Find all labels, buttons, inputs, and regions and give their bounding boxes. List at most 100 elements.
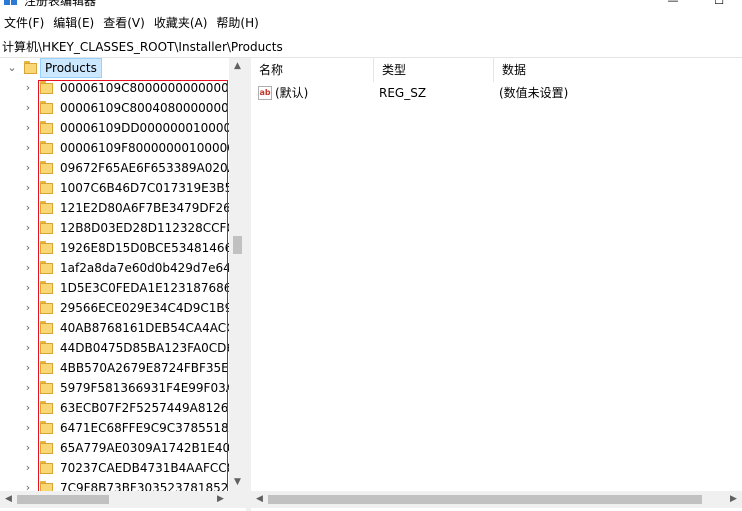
tree-item-label[interactable]: 40AB8768161DEB54CA4ACCD — [60, 320, 229, 336]
tree-item[interactable]: › 4BB570A2679E8724FBF35E6C — [0, 358, 229, 378]
folder-icon — [40, 281, 53, 294]
menu-help[interactable]: 帮助(H) — [212, 12, 263, 34]
tree-item-label[interactable]: 6471EC68FFE9C9C3785518AB — [60, 420, 229, 436]
scroll-right-icon[interactable]: ▶ — [725, 491, 742, 508]
folder-icon — [40, 321, 53, 334]
expand-chevron-icon[interactable]: › — [22, 341, 34, 355]
expand-chevron-icon[interactable]: › — [22, 261, 34, 275]
scroll-thumb[interactable] — [233, 236, 242, 254]
tree-item[interactable]: › 1af2a8da7e60d0b429d7e645 — [0, 258, 229, 278]
tree-item[interactable]: › 121E2D80A6F7BE3479DF26B9 — [0, 198, 229, 218]
value-type[interactable]: REG_SZ — [379, 84, 426, 104]
menu-favorites[interactable]: 收藏夹(A) — [150, 12, 213, 34]
tree-item-label[interactable]: 63ECB07F2F5257449A812690 — [60, 400, 229, 416]
tree-item[interactable]: › 00006109DD0000000100000000F01FEC — [0, 118, 229, 138]
column-header-name[interactable]: 名称 — [251, 58, 374, 82]
expand-chevron-icon[interactable]: › — [22, 441, 34, 455]
tree-item-label[interactable]: 00006109C80000000000000000F01FEC — [60, 80, 229, 96]
expand-chevron-icon[interactable]: › — [22, 181, 34, 195]
tree-item[interactable]: › 5979F581366931F4E99F03A7 — [0, 378, 229, 398]
tree-item-label[interactable]: 12B8D03ED28D112328CCF0A — [60, 220, 229, 236]
tree-item-label[interactable]: 29566ECE029E34C4D9C1B91 — [60, 300, 229, 316]
tree-item-label[interactable]: 121E2D80A6F7BE3479DF26B9 — [60, 200, 229, 216]
expand-chevron-icon[interactable]: › — [22, 461, 34, 475]
tree-item-label[interactable]: Products — [40, 58, 102, 78]
tree-item-label[interactable]: 7C9F8B73BF30352378185271 — [60, 480, 229, 491]
minimize-button[interactable]: — — [650, 0, 696, 7]
folder-icon — [40, 101, 53, 114]
column-header-type[interactable]: 类型 — [374, 58, 494, 82]
scroll-left-icon[interactable]: ◀ — [0, 491, 17, 508]
tree-item-label[interactable]: 70237CAEDB4731B4AAFCC8E — [60, 460, 229, 476]
expand-chevron-icon[interactable]: › — [22, 241, 34, 255]
tree-item-label[interactable]: 4BB570A2679E8724FBF35E6C — [60, 360, 229, 376]
expand-chevron-icon[interactable]: › — [22, 281, 34, 295]
expand-chevron-icon[interactable]: › — [22, 141, 34, 155]
expand-chevron-icon[interactable]: ⌄ — [6, 61, 18, 75]
values-pane: 名称 类型 数据 ab (默认) REG_SZ (数值未设置) ◀ ▶ — [251, 58, 742, 511]
tree-item-label[interactable]: 00006109F8000000010000000F01FEC — [60, 140, 229, 156]
scrollbar-corner — [229, 491, 246, 508]
value-name[interactable]: (默认) — [275, 84, 308, 104]
address-bar[interactable]: 计算机\HKEY_CLASSES_ROOT\Installer\Products — [0, 35, 742, 58]
expand-chevron-icon[interactable]: › — [22, 201, 34, 215]
tree-item-label[interactable]: 00006109C80040800000000000F01FEC — [60, 100, 229, 116]
expand-chevron-icon[interactable]: › — [22, 361, 34, 375]
expand-chevron-icon[interactable]: › — [22, 321, 34, 335]
menu-view[interactable]: 查看(V) — [99, 12, 150, 34]
tree-item[interactable]: › 7C9F8B73BF30352378185271 — [0, 478, 229, 491]
scroll-up-icon[interactable]: ▲ — [229, 58, 246, 75]
expand-chevron-icon[interactable]: › — [22, 221, 34, 235]
tree-vertical-scrollbar[interactable]: ▲ ▼ — [229, 58, 246, 491]
tree-item[interactable]: › 12B8D03ED28D112328CCF0A — [0, 218, 229, 238]
scroll-thumb[interactable] — [17, 495, 109, 504]
expand-chevron-icon[interactable]: › — [22, 381, 34, 395]
folder-icon — [40, 381, 53, 394]
tree-item[interactable]: › 40AB8768161DEB54CA4ACCD — [0, 318, 229, 338]
tree-item[interactable]: › 1926E8D15D0BCE534814666 — [0, 238, 229, 258]
maximize-button[interactable]: ☐ — [696, 0, 742, 7]
tree-item[interactable]: › 09672F65AE6F653389A020AB — [0, 158, 229, 178]
tree-item-label[interactable]: 5979F581366931F4E99F03A7 — [60, 380, 229, 396]
tree-item-label[interactable]: 1af2a8da7e60d0b429d7e645 — [60, 260, 229, 276]
value-data[interactable]: (数值未设置) — [499, 84, 568, 104]
tree-item[interactable]: › 00006109C80000000000000000F01FEC — [0, 78, 229, 98]
tree-item-label[interactable]: 1D5E3C0FEDA1E123187686FB — [60, 280, 229, 296]
expand-chevron-icon[interactable]: › — [22, 81, 34, 95]
tree-item-label[interactable]: 1926E8D15D0BCE534814666 — [60, 240, 229, 256]
values-horizontal-scrollbar[interactable]: ◀ ▶ — [251, 491, 742, 508]
menu-edit[interactable]: 编辑(E) — [49, 12, 99, 34]
column-header-data[interactable]: 数据 — [494, 58, 742, 82]
scroll-thumb[interactable] — [268, 495, 702, 504]
tree-item-label[interactable]: 09672F65AE6F653389A020AB — [60, 160, 229, 176]
tree-item-label[interactable]: 65A779AE0309A1742B1E401E — [60, 440, 229, 456]
tree-item[interactable]: › 44DB0475D85BA123FA0CD6D — [0, 338, 229, 358]
expand-chevron-icon[interactable]: › — [22, 401, 34, 415]
expand-chevron-icon[interactable]: › — [22, 301, 34, 315]
expand-chevron-icon[interactable]: › — [22, 101, 34, 115]
tree-item[interactable]: › 00006109C80040800000000000F01FEC — [0, 98, 229, 118]
tree-horizontal-scrollbar[interactable]: ◀ ▶ — [0, 491, 229, 508]
address-path[interactable]: 计算机\HKEY_CLASSES_ROOT\Installer\Products — [2, 38, 283, 55]
tree-item[interactable]: › 00006109F8000000010000000F01FEC — [0, 138, 229, 158]
tree-item[interactable]: › 70237CAEDB4731B4AAFCC8E — [0, 458, 229, 478]
expand-chevron-icon[interactable]: › — [22, 481, 34, 491]
scroll-right-icon[interactable]: ▶ — [212, 491, 229, 508]
expand-chevron-icon[interactable]: › — [22, 121, 34, 135]
tree-item[interactable]: › 63ECB07F2F5257449A812690 — [0, 398, 229, 418]
expand-chevron-icon[interactable]: › — [22, 421, 34, 435]
scroll-down-icon[interactable]: ▼ — [229, 474, 246, 491]
tree-item-label[interactable]: 1007C6B46D7C017319E3B52 — [60, 180, 229, 196]
tree-item-label[interactable]: 44DB0475D85BA123FA0CD6D — [60, 340, 229, 356]
expand-chevron-icon[interactable]: › — [22, 161, 34, 175]
tree-item-label[interactable]: 00006109DD0000000100000000F01FEC — [60, 120, 229, 136]
tree-item[interactable]: › 1007C6B46D7C017319E3B52 — [0, 178, 229, 198]
tree-item[interactable]: › 65A779AE0309A1742B1E401E — [0, 438, 229, 458]
folder-icon — [40, 81, 53, 94]
menu-file[interactable]: 文件(F) — [0, 12, 49, 34]
tree-item-selected[interactable]: ⌄ Products — [0, 58, 229, 78]
tree-item[interactable]: › 6471EC68FFE9C9C3785518AB — [0, 418, 229, 438]
scroll-left-icon[interactable]: ◀ — [251, 491, 268, 508]
tree-item[interactable]: › 1D5E3C0FEDA1E123187686FB — [0, 278, 229, 298]
tree-item[interactable]: › 29566ECE029E34C4D9C1B91 — [0, 298, 229, 318]
